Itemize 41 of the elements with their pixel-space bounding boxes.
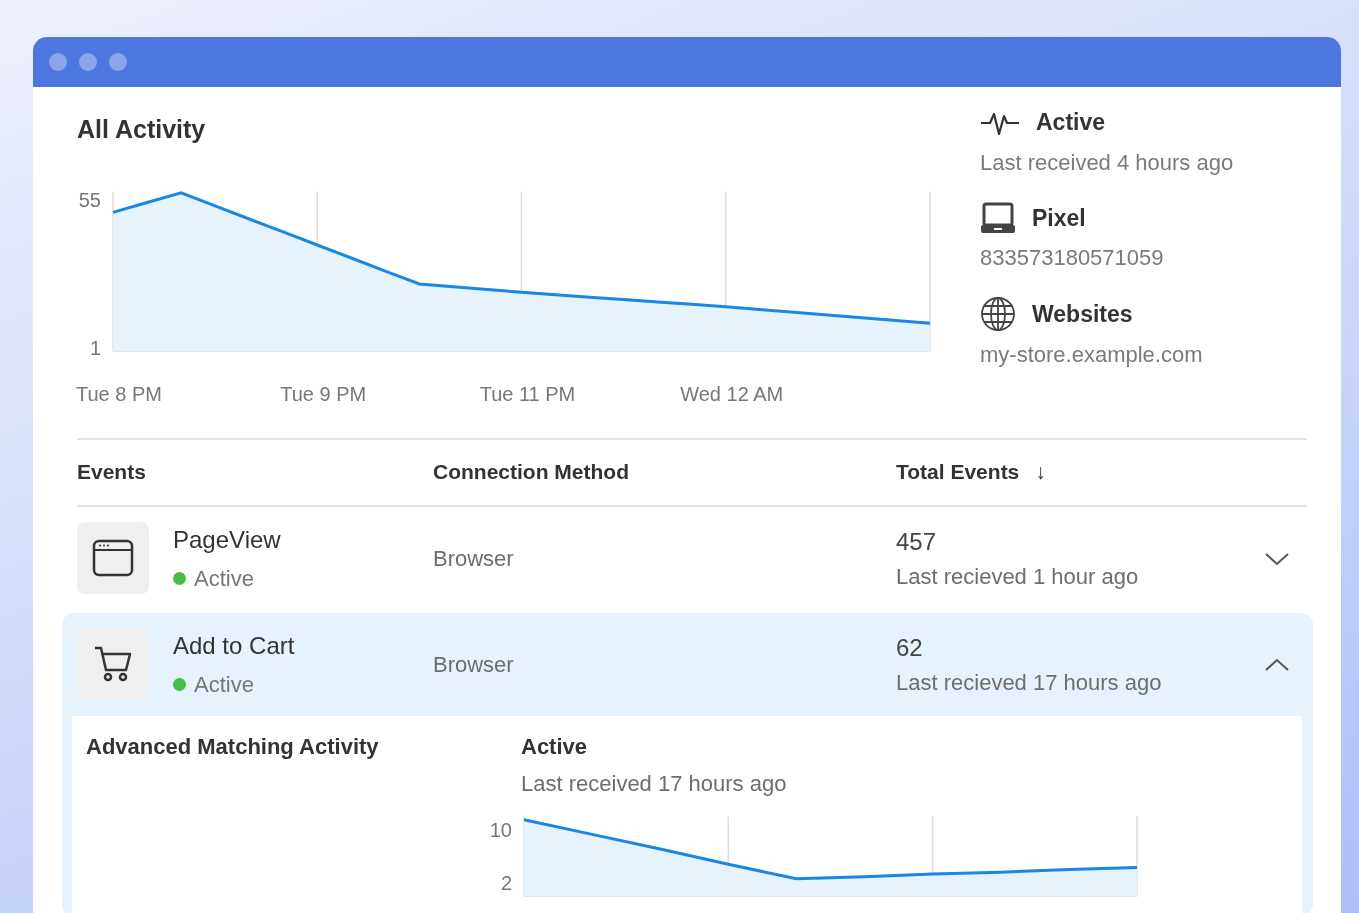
last-received: Last recieved 17 hours ago (896, 668, 1163, 697)
connection-method: Browser (433, 650, 515, 679)
globe-icon (980, 296, 1016, 332)
x-tick-label: Tue 9 PM (280, 382, 367, 405)
summary-heading: Active (1036, 108, 1106, 137)
column-header: Connection Method (433, 459, 629, 486)
chevron-down-icon (1264, 550, 1290, 567)
window-control-dot[interactable] (109, 53, 127, 71)
summary-heading: Websites (1032, 299, 1133, 329)
summary-detail: Last received 4 hours ago (980, 148, 1235, 177)
laptop-icon (980, 200, 1016, 235)
chevron-up-icon (1264, 656, 1290, 673)
sort-arrow: ↓ (1035, 459, 1046, 486)
summary-detail: my-store.example.com (980, 341, 1204, 369)
status-text: Active (194, 564, 254, 593)
browser-window-icon (92, 539, 134, 577)
x-tick-label: Tue 11 PM (479, 382, 576, 405)
last-received: Last recieved 1 hour ago (896, 562, 1140, 591)
x-tick-label: Tue 8 PM (76, 382, 162, 405)
window-control-dot[interactable] (79, 53, 97, 71)
window-control-dot[interactable] (49, 53, 67, 71)
event-name: Add to Cart (173, 630, 295, 661)
column-header: Total Events (896, 459, 1020, 486)
total-events: 457 (896, 526, 938, 557)
y-tick-label: 1 (89, 336, 101, 359)
summary-heading: Pixel (1032, 203, 1086, 233)
y-tick-label: 2 (500, 871, 512, 894)
chart-title: All Activity (77, 114, 207, 145)
column-header: Events (77, 459, 146, 486)
detail-last-received: Last received 17 hours ago (521, 769, 788, 798)
summary-detail: 833573180571059 (980, 244, 1165, 272)
y-tick-label: 10 (489, 818, 512, 841)
total-events: 62 (896, 632, 924, 663)
detail-title: Advanced Matching Activity (86, 732, 380, 761)
x-tick-label: Wed 12 AM (680, 382, 784, 405)
status-text: Active (194, 670, 254, 699)
shopping-cart-icon (93, 645, 133, 683)
event-name: PageView (173, 524, 281, 555)
connection-method: Browser (433, 544, 515, 573)
detail-status: Active (521, 732, 589, 761)
y-tick-label: 55 (78, 188, 101, 211)
